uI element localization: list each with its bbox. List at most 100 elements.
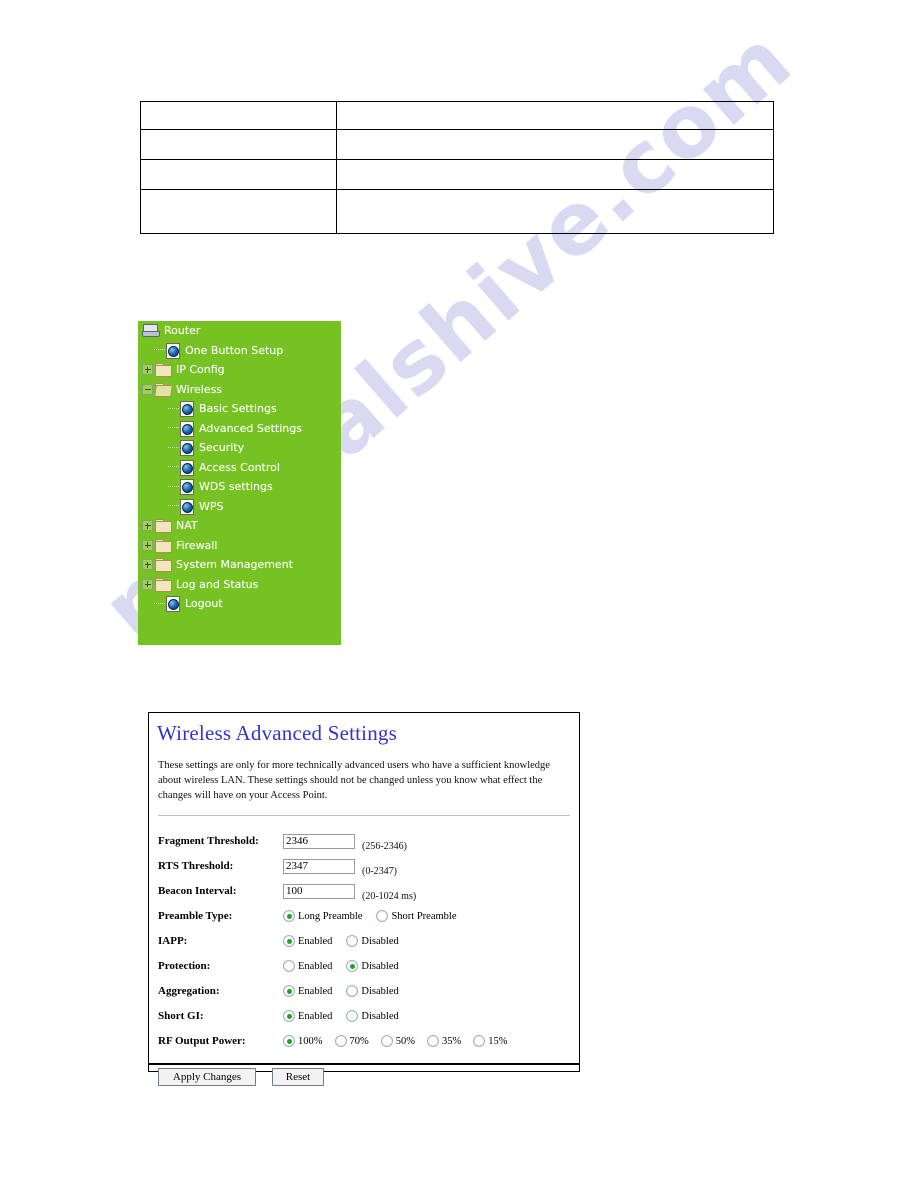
fragment-threshold-input[interactable] bbox=[283, 833, 355, 849]
reset-button[interactable]: Reset bbox=[272, 1067, 324, 1086]
radio-option[interactable]: Enabled bbox=[283, 960, 333, 973]
radio-group[interactable]: Enabled Disabled bbox=[283, 985, 413, 998]
navigation-tree[interactable]: Router One Button Setup IP Config Wireless… bbox=[138, 321, 341, 645]
radio-option[interactable]: Short Preamble bbox=[376, 910, 457, 923]
radio-selected-icon[interactable] bbox=[283, 1035, 295, 1048]
folder-closed-icon bbox=[155, 538, 172, 553]
radio-unselected-icon[interactable] bbox=[380, 1035, 393, 1048]
tree-item-wps[interactable]: WPS bbox=[138, 497, 341, 517]
rts-threshold-label: RTS Threshold: bbox=[158, 860, 234, 873]
radio-option-label: Disabled bbox=[361, 1010, 399, 1022]
tree-item-label: Basic Settings bbox=[199, 402, 277, 416]
tree-item-wds-settings[interactable]: WDS settings bbox=[138, 477, 341, 497]
folder-closed-icon bbox=[155, 363, 172, 378]
tree-item-list[interactable]: One Button Setup IP Config Wireless Basic S… bbox=[138, 341, 341, 614]
radio-unselected-icon[interactable] bbox=[427, 1035, 439, 1048]
tree-item-access-control[interactable]: Access Control bbox=[138, 458, 341, 478]
radio-option[interactable]: Disabled bbox=[346, 935, 399, 948]
table-row bbox=[140, 101, 774, 130]
radio-unselected-icon[interactable] bbox=[346, 935, 359, 948]
radio-option[interactable]: Enabled bbox=[283, 1010, 333, 1023]
wireless-advanced-settings-panel: Wireless Advanced Settings These setting… bbox=[148, 712, 580, 1086]
radio-option[interactable]: Enabled bbox=[283, 935, 332, 948]
radio-option[interactable]: 35% bbox=[427, 1035, 461, 1048]
radio-option[interactable]: Enabled bbox=[283, 985, 332, 998]
beacon-interval-input[interactable] bbox=[283, 883, 355, 899]
expand-icon[interactable] bbox=[142, 364, 153, 376]
tree-item-wireless[interactable]: Wireless bbox=[138, 380, 341, 400]
radio-group[interactable]: Enabled Disabled bbox=[283, 935, 413, 948]
radio-option[interactable]: Disabled bbox=[346, 960, 399, 973]
radio-group[interactable]: 100% 70% 50% 35% 15% bbox=[283, 1035, 520, 1048]
collapse-icon[interactable] bbox=[142, 383, 153, 395]
tree-item-label: Access Control bbox=[199, 460, 280, 474]
tree-item-label: Router bbox=[164, 324, 201, 338]
radio-unselected-icon[interactable] bbox=[346, 1010, 359, 1023]
panel-bottom-rule bbox=[149, 1063, 579, 1065]
radio-option-label: 50% bbox=[395, 1035, 415, 1047]
tree-item-logout[interactable]: Logout bbox=[138, 594, 341, 614]
radio-option[interactable]: Disabled bbox=[346, 1010, 399, 1023]
radio-option-label: Enabled bbox=[298, 1010, 333, 1022]
radio-selected-icon[interactable] bbox=[283, 935, 295, 948]
form-actions[interactable]: Apply Changes Reset bbox=[158, 1067, 579, 1086]
settings-form[interactable]: Fragment Threshold: (256-2346) RTS Thres… bbox=[158, 829, 579, 1054]
table-cell-label bbox=[140, 189, 337, 234]
tree-connector bbox=[154, 349, 165, 351]
tree-item-one-button-setup[interactable]: One Button Setup bbox=[138, 341, 341, 361]
radio-option[interactable]: Disabled bbox=[346, 985, 399, 998]
table-cell-value bbox=[336, 159, 774, 190]
tree-item-advanced-settings[interactable]: Advanced Settings bbox=[138, 419, 341, 439]
tree-item-system-management[interactable]: System Management bbox=[138, 555, 341, 575]
expand-icon[interactable] bbox=[142, 559, 153, 571]
tree-item-security[interactable]: Security bbox=[138, 438, 341, 458]
radio-option[interactable]: Long Preamble bbox=[283, 910, 362, 923]
radio-unselected-icon[interactable] bbox=[473, 1035, 486, 1048]
tree-item-label: One Button Setup bbox=[185, 343, 284, 357]
radio-option-label: Enabled bbox=[298, 960, 333, 972]
radio-selected-icon[interactable] bbox=[283, 910, 295, 923]
tree-item-router[interactable]: Router bbox=[138, 321, 341, 341]
tree-item-ip-config[interactable]: IP Config bbox=[138, 360, 341, 380]
tree-item-firewall[interactable]: Firewall bbox=[138, 536, 341, 556]
radio-selected-icon[interactable] bbox=[346, 960, 359, 973]
page-globe-icon bbox=[166, 596, 180, 613]
rts-threshold-input[interactable] bbox=[283, 858, 355, 874]
radio-group[interactable]: Long Preamble Short Preamble bbox=[283, 910, 470, 923]
apply-changes-button[interactable]: Apply Changes bbox=[158, 1067, 256, 1086]
tree-item-log-and-status[interactable]: Log and Status bbox=[138, 575, 341, 595]
radio-unselected-icon[interactable] bbox=[346, 985, 359, 998]
expand-icon[interactable] bbox=[142, 539, 153, 551]
radio-group[interactable]: Enabled Disabled bbox=[283, 960, 413, 973]
router-icon bbox=[142, 324, 160, 338]
tree-connector bbox=[168, 427, 179, 429]
table-cell-label bbox=[140, 129, 337, 160]
radio-unselected-icon[interactable] bbox=[334, 1035, 347, 1048]
radio-group[interactable]: Enabled Disabled bbox=[283, 1010, 413, 1023]
field-row-rf-output-power: RF Output Power: 100% 70% 50% 35% 15% bbox=[158, 1029, 579, 1054]
radio-option[interactable]: 15% bbox=[473, 1035, 508, 1048]
tree-item-basic-settings[interactable]: Basic Settings bbox=[138, 399, 341, 419]
field-row-iapp: IAPP: Enabled Disabled bbox=[158, 929, 579, 954]
table-row bbox=[140, 159, 774, 190]
radio-selected-icon[interactable] bbox=[283, 1010, 295, 1023]
radio-option[interactable]: 50% bbox=[380, 1035, 415, 1048]
field-label: IAPP: bbox=[158, 935, 188, 948]
radio-option-label: Short Preamble bbox=[391, 910, 457, 922]
radio-unselected-icon[interactable] bbox=[283, 960, 295, 973]
radio-selected-icon[interactable] bbox=[283, 985, 295, 998]
tree-item-label: Wireless bbox=[176, 382, 223, 396]
folder-closed-icon bbox=[155, 558, 172, 573]
field-row-aggregation: Aggregation: Enabled Disabled bbox=[158, 979, 579, 1004]
radio-option[interactable]: 70% bbox=[334, 1035, 369, 1048]
table-cell-label bbox=[140, 101, 337, 130]
tree-item-nat[interactable]: NAT bbox=[138, 516, 341, 536]
expand-icon[interactable] bbox=[142, 520, 153, 532]
divider bbox=[158, 814, 570, 816]
radio-rows-container[interactable]: Preamble Type: Long Preamble Short Preambl… bbox=[158, 904, 579, 1054]
radio-option[interactable]: 100% bbox=[283, 1035, 323, 1048]
spec-table bbox=[140, 101, 774, 234]
radio-unselected-icon[interactable] bbox=[376, 910, 389, 923]
expand-icon[interactable] bbox=[142, 578, 153, 590]
tree-item-label: Security bbox=[199, 441, 245, 455]
